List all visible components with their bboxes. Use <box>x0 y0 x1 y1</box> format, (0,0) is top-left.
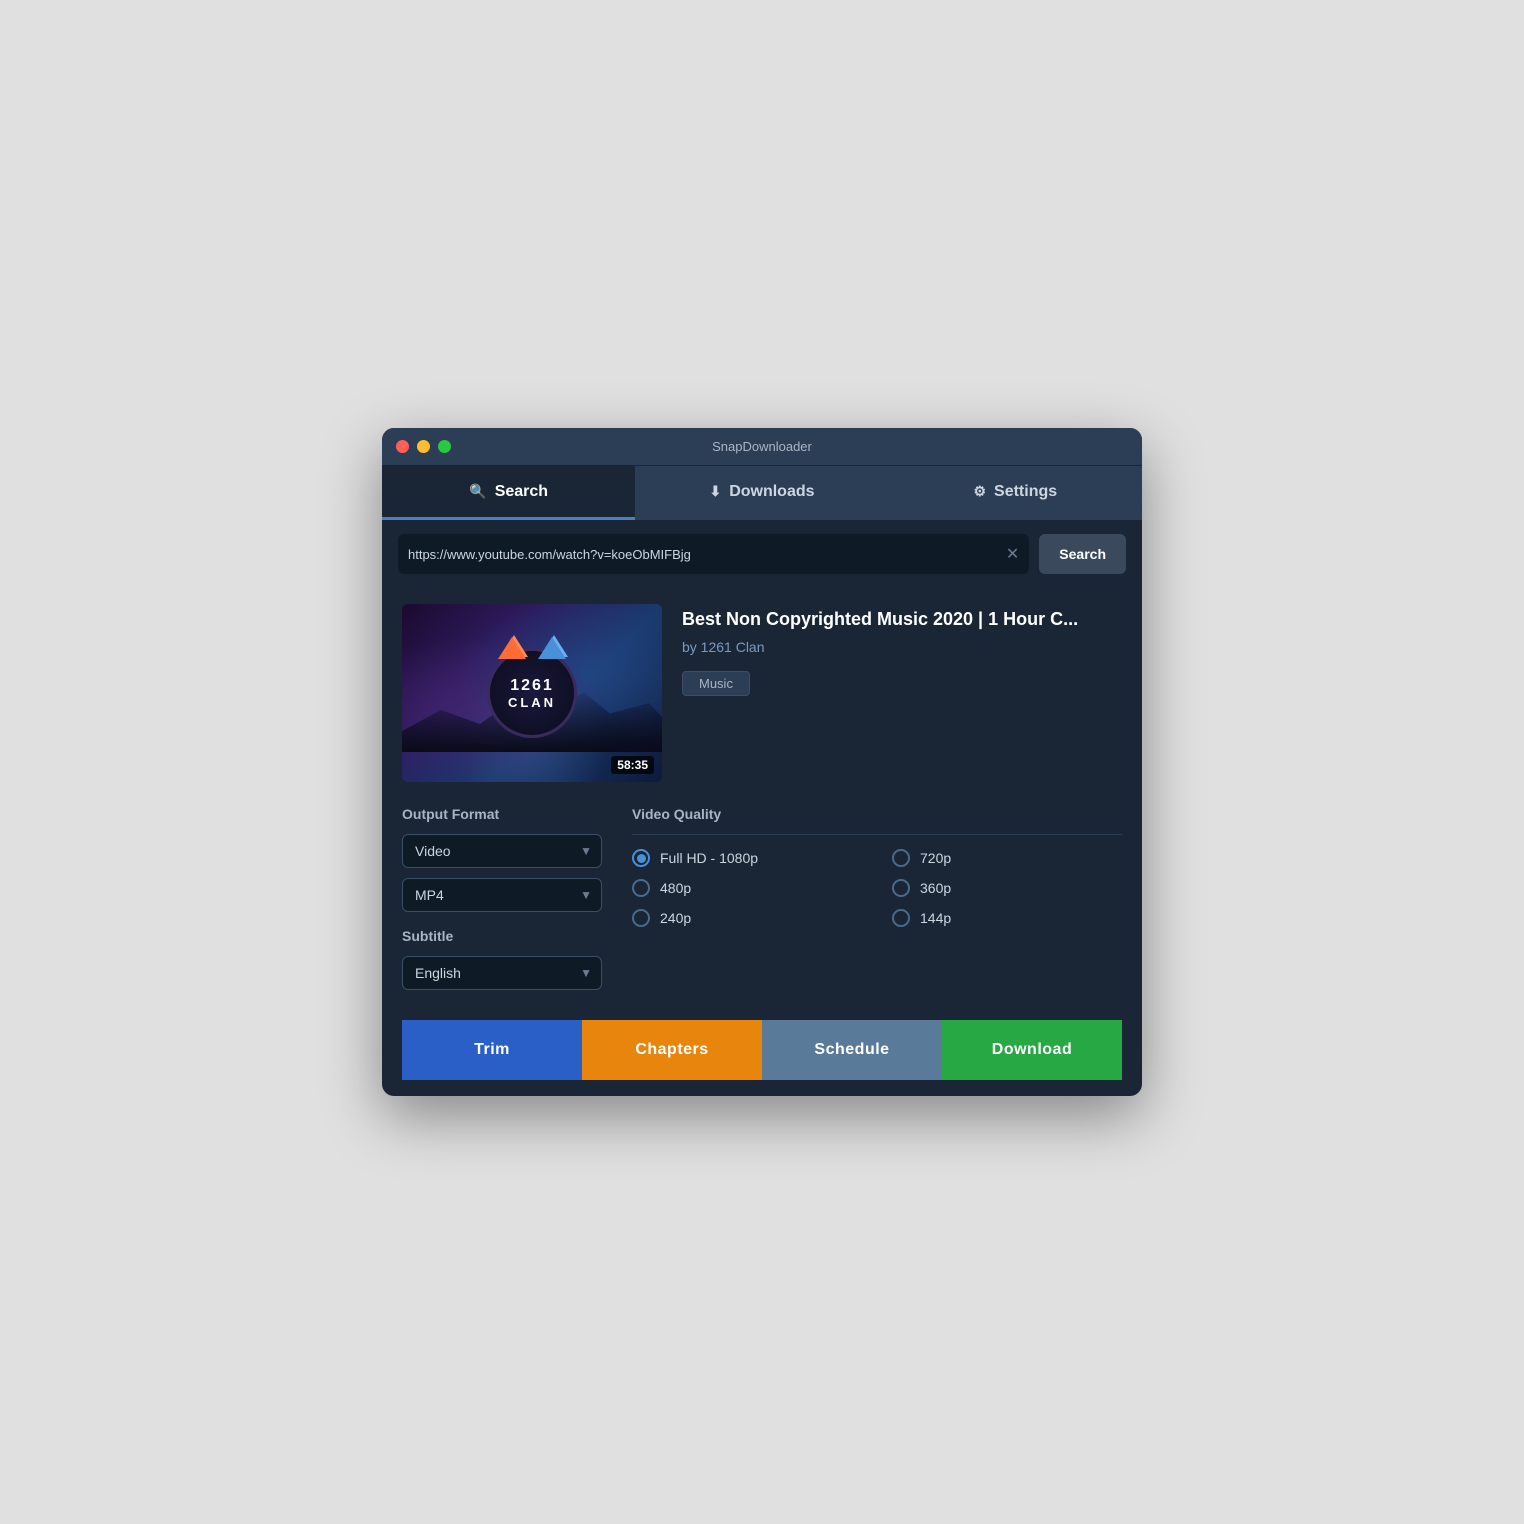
quality-section: Video Quality Full HD - 1080p 720p 4 <box>632 806 1122 1000</box>
quality-option-360p[interactable]: 360p <box>892 879 1122 897</box>
subtitle-select[interactable]: English None Spanish French <box>402 956 602 990</box>
radio-1080p[interactable] <box>632 849 650 867</box>
url-input-wrapper: ✕ <box>398 534 1029 574</box>
logo-text-1261: 1261 <box>510 676 554 695</box>
codec-select[interactable]: MP4 MKV MOV AVI <box>402 878 602 912</box>
channel-logo: 1261 CLAN <box>487 648 577 738</box>
search-button[interactable]: Search <box>1039 534 1126 574</box>
tabbar: 🔍 Search ⬇ Downloads ⚙ Settings <box>382 466 1142 520</box>
minimize-button[interactable] <box>417 440 430 453</box>
tab-settings[interactable]: ⚙ Settings <box>889 466 1142 520</box>
format-select[interactable]: Video Audio Subtitles <box>402 834 602 868</box>
subtitle-select-wrapper: English None Spanish French ▼ <box>402 956 602 990</box>
titlebar: SnapDownloader <box>382 428 1142 466</box>
download-button[interactable]: Download <box>942 1020 1122 1080</box>
url-input[interactable] <box>408 547 1006 562</box>
radio-720p[interactable] <box>892 849 910 867</box>
settings-tab-label: Settings <box>994 483 1057 501</box>
quality-label-240p: 240p <box>660 910 691 926</box>
thumbnail: 1261 CLAN 58:35 <box>402 604 662 782</box>
subtitle-section: Subtitle English None Spanish French ▼ <box>402 928 602 990</box>
logo-text-clan: CLAN <box>508 695 556 711</box>
tab-downloads[interactable]: ⬇ Downloads <box>635 466 888 520</box>
quality-label-360p: 360p <box>920 880 951 896</box>
quality-label-144p: 144p <box>920 910 951 926</box>
quality-label-720p: 720p <box>920 850 951 866</box>
schedule-button[interactable]: Schedule <box>762 1020 942 1080</box>
quality-option-240p[interactable]: 240p <box>632 909 862 927</box>
video-meta: Best Non Copyrighted Music 2020 | 1 Hour… <box>682 604 1122 782</box>
search-tab-icon: 🔍 <box>469 483 486 500</box>
video-section: 1261 CLAN 58:35 Best Non Copyrighted Mus… <box>402 604 1122 782</box>
options-section: Output Format Video Audio Subtitles ▼ MP… <box>402 806 1122 1000</box>
downloads-tab-icon: ⬇ <box>709 483 721 500</box>
quality-label-480p: 480p <box>660 880 691 896</box>
output-format-panel: Output Format Video Audio Subtitles ▼ MP… <box>402 806 602 1000</box>
maximize-button[interactable] <box>438 440 451 453</box>
clear-button[interactable]: ✕ <box>1006 544 1019 564</box>
trim-button[interactable]: Trim <box>402 1020 582 1080</box>
main-content: 1261 CLAN 58:35 Best Non Copyrighted Mus… <box>382 588 1142 1096</box>
quality-option-144p[interactable]: 144p <box>892 909 1122 927</box>
quality-label-1080p: Full HD - 1080p <box>660 850 758 866</box>
radio-240p[interactable] <box>632 909 650 927</box>
video-author: by 1261 Clan <box>682 639 1122 655</box>
quality-label: Video Quality <box>632 806 1122 822</box>
video-duration: 58:35 <box>611 756 654 774</box>
radio-360p[interactable] <box>892 879 910 897</box>
app-window: SnapDownloader 🔍 Search ⬇ Downloads ⚙ Se… <box>382 428 1142 1096</box>
search-tab-label: Search <box>495 483 548 501</box>
settings-tab-icon: ⚙ <box>973 483 986 500</box>
close-button[interactable] <box>396 440 409 453</box>
format-select-wrapper: Video Audio Subtitles ▼ <box>402 834 602 868</box>
video-tag: Music <box>682 671 750 696</box>
downloads-tab-label: Downloads <box>729 483 814 501</box>
window-title: SnapDownloader <box>712 439 812 454</box>
video-title: Best Non Copyrighted Music 2020 | 1 Hour… <box>682 608 1122 631</box>
tab-search[interactable]: 🔍 Search <box>382 466 635 520</box>
search-bar: ✕ Search <box>382 520 1142 588</box>
quality-option-720p[interactable]: 720p <box>892 849 1122 867</box>
quality-option-1080p[interactable]: Full HD - 1080p <box>632 849 862 867</box>
radio-480p[interactable] <box>632 879 650 897</box>
quality-option-480p[interactable]: 480p <box>632 879 862 897</box>
quality-divider <box>632 834 1122 835</box>
subtitle-label: Subtitle <box>402 928 602 944</box>
window-controls <box>396 440 451 453</box>
output-format-label: Output Format <box>402 806 602 822</box>
quality-grid: Full HD - 1080p 720p 480p 360p <box>632 849 1122 927</box>
codec-select-wrapper: MP4 MKV MOV AVI ▼ <box>402 878 602 912</box>
radio-144p[interactable] <box>892 909 910 927</box>
chapters-button[interactable]: Chapters <box>582 1020 762 1080</box>
action-bar: Trim Chapters Schedule Download <box>402 1020 1122 1080</box>
